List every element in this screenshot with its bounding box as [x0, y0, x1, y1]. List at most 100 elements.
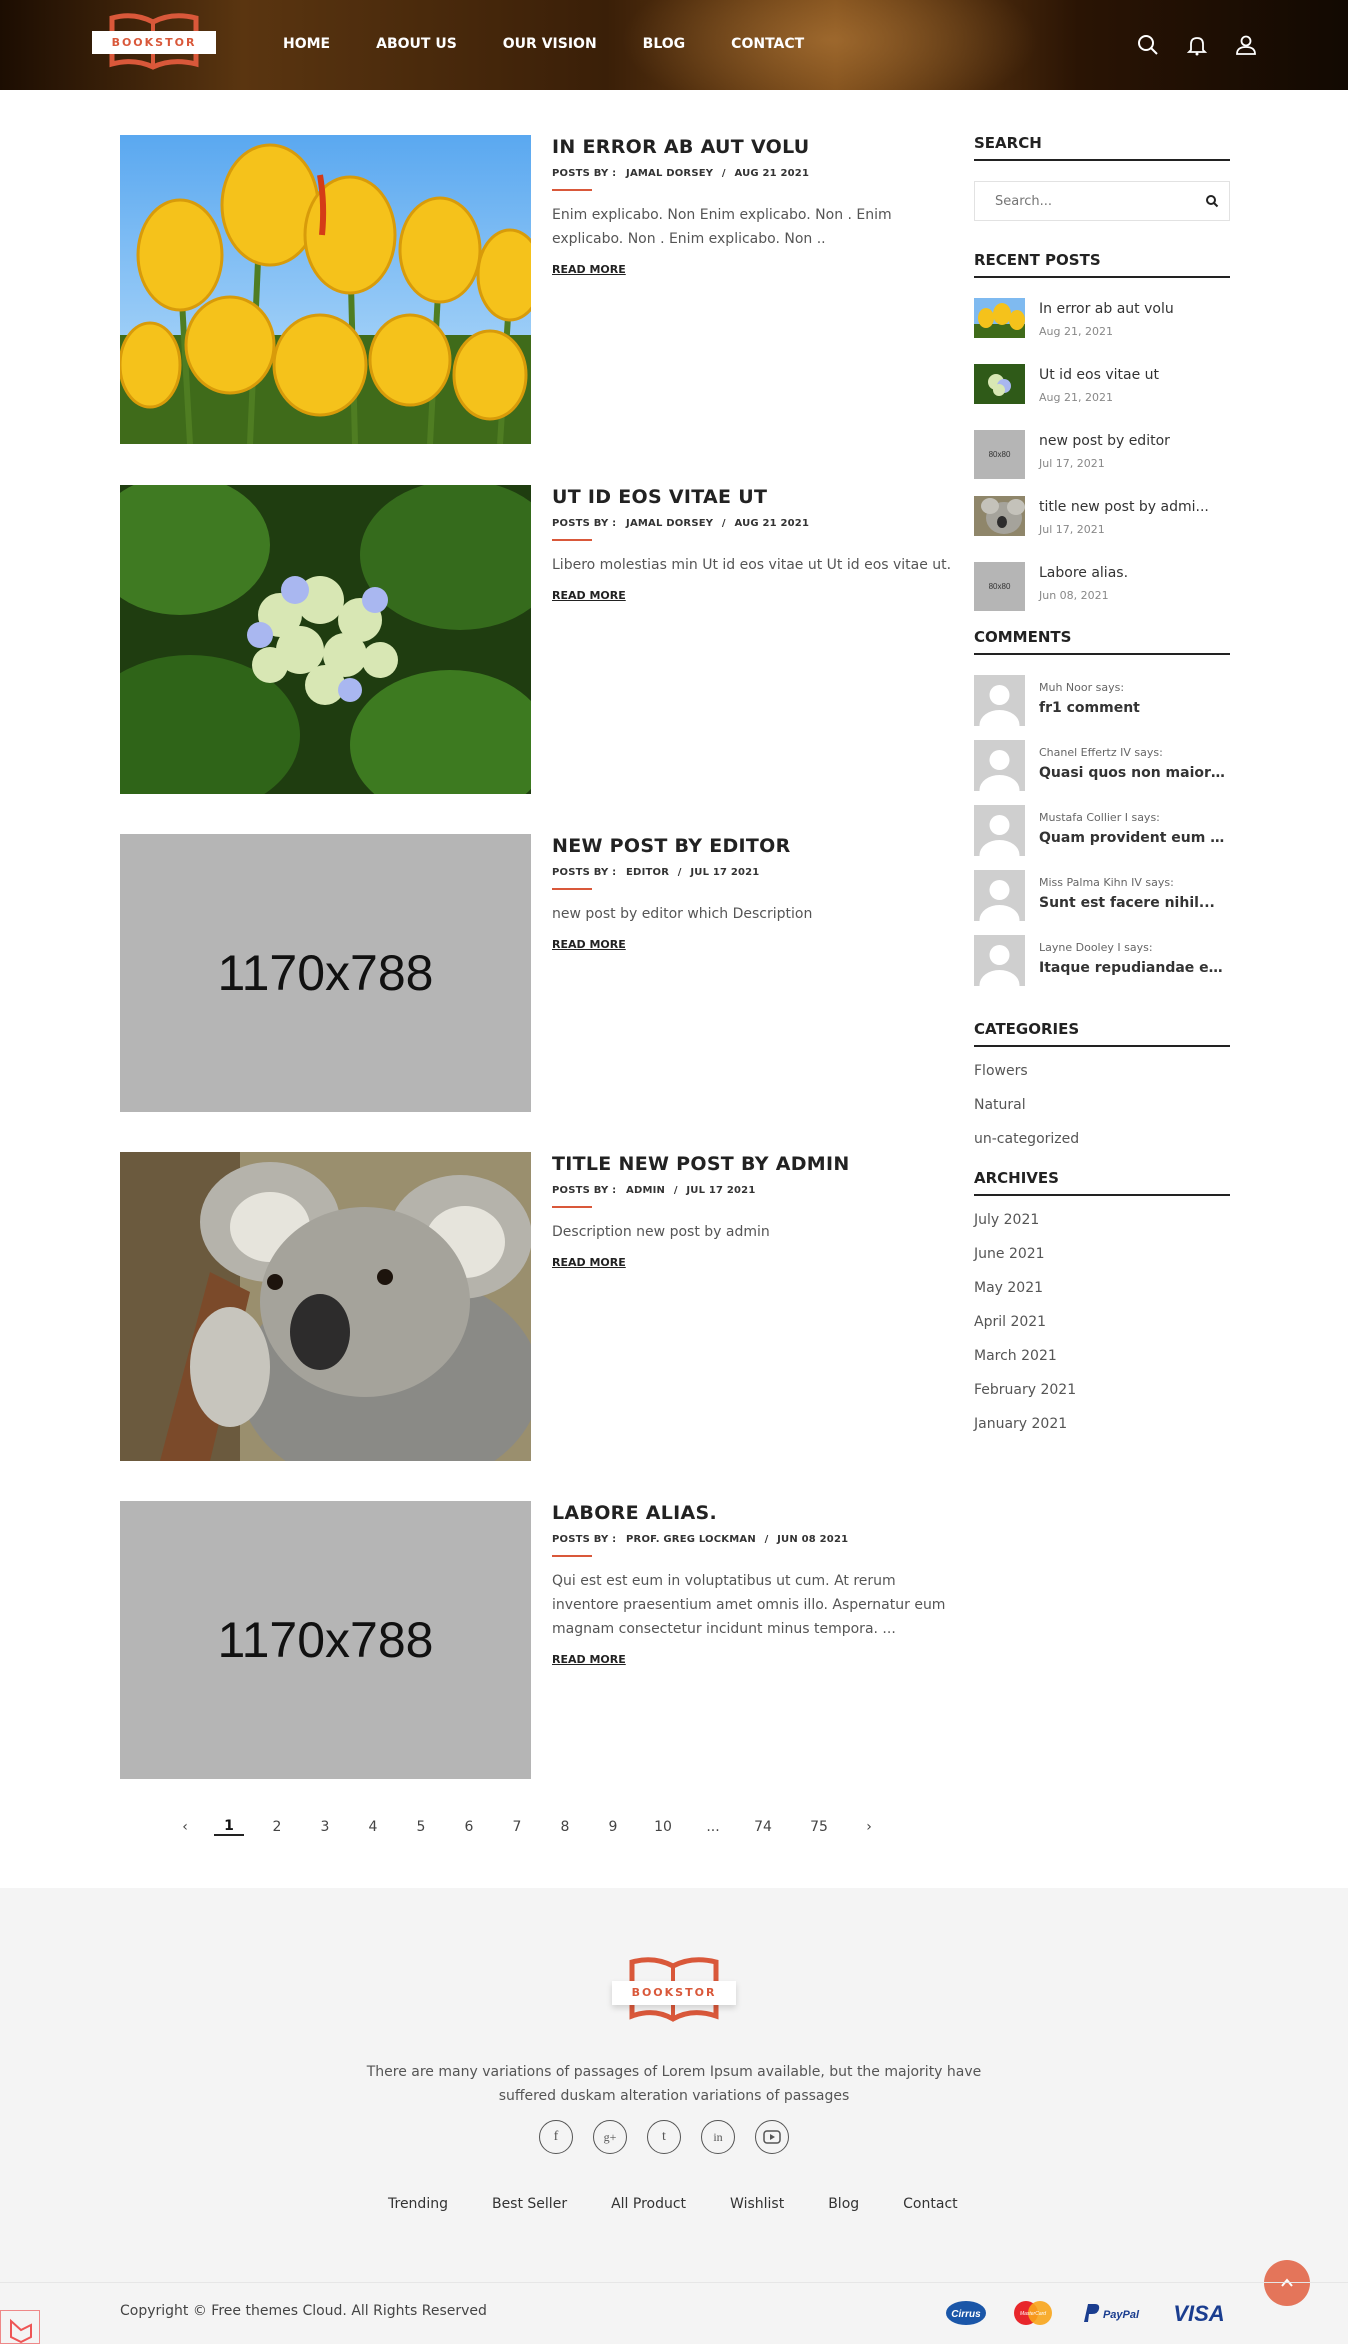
page-2[interactable]: 2	[262, 1819, 292, 1835]
post-image-placeholder[interactable]: 1170x788	[120, 834, 531, 1112]
post-image-koala[interactable]	[120, 1152, 531, 1461]
nav-our-vision[interactable]: OUR VISION	[503, 36, 597, 52]
recent-post-item[interactable]: In error ab aut volu Aug 21, 2021	[974, 298, 1230, 364]
post-title[interactable]: IN ERROR AB AUT VOLU	[552, 136, 952, 158]
comment-text[interactable]: Itaque repudiandae eum...	[1039, 960, 1229, 976]
footer-link-contact[interactable]: Contact	[903, 2196, 957, 2212]
comment-item[interactable]: Muh Noor says: fr1 comment	[974, 675, 1230, 740]
page-7[interactable]: 7	[502, 1819, 532, 1835]
page-8[interactable]: 8	[550, 1819, 580, 1835]
footer-link-all-product[interactable]: All Product	[611, 2196, 686, 2212]
page-5[interactable]: 5	[406, 1819, 436, 1835]
recent-post-item[interactable]: title new post by admi... Jul 17, 2021	[974, 496, 1230, 562]
footer-link-best-seller[interactable]: Best Seller	[492, 2196, 567, 2212]
read-more-link[interactable]: READ MORE	[552, 263, 626, 276]
user-icon[interactable]	[1234, 33, 1258, 57]
search-icon[interactable]	[1205, 194, 1219, 208]
category-link[interactable]: un-categorized	[974, 1131, 1230, 1165]
recent-post-title[interactable]: new post by editor	[1039, 433, 1219, 449]
google-plus-icon[interactable]: g+	[593, 2120, 627, 2154]
read-more-link[interactable]: READ MORE	[552, 1256, 626, 1269]
post-image-hydrangea[interactable]	[120, 485, 531, 794]
post-author[interactable]: EDITOR	[626, 867, 669, 878]
read-more-link[interactable]: READ MORE	[552, 938, 626, 951]
post-title[interactable]: LABORE ALIAS.	[552, 1502, 952, 1524]
post-author[interactable]: PROF. GREG LOCKMAN	[626, 1534, 756, 1545]
comment-item[interactable]: Mustafa Collier I says: Quam provident e…	[974, 805, 1230, 870]
pagination-next[interactable]: ›	[854, 1819, 884, 1835]
youtube-icon[interactable]	[755, 2120, 789, 2154]
nav-home[interactable]: HOME	[283, 36, 330, 52]
corner-widget[interactable]	[0, 2310, 40, 2344]
read-more-link[interactable]: READ MORE	[552, 589, 626, 602]
back-to-top-button[interactable]	[1264, 2260, 1310, 2306]
archive-link[interactable]: June 2021	[974, 1246, 1230, 1280]
recent-post-title[interactable]: title new post by admi...	[1039, 499, 1219, 515]
comment-item[interactable]: Chanel Effertz IV says: Quasi quos non m…	[974, 740, 1230, 805]
recent-post-thumb-placeholder[interactable]: 80x80	[974, 562, 1025, 611]
search-input[interactable]	[975, 182, 1175, 220]
bell-icon[interactable]	[1185, 33, 1209, 57]
comment-item[interactable]: Layne Dooley I says: Itaque repudiandae …	[974, 935, 1230, 1000]
footer-logo[interactable]: BOOKSTOR	[612, 1956, 736, 2026]
recent-post-item[interactable]: 80x80 Labore alias. Jun 08, 2021	[974, 562, 1230, 628]
archive-link[interactable]: May 2021	[974, 1280, 1230, 1314]
recent-post-title[interactable]: Ut id eos vitae ut	[1039, 367, 1219, 383]
page-75[interactable]: 75	[804, 1819, 834, 1835]
cirrus-label: Cirrus	[951, 2309, 981, 2320]
archive-link[interactable]: February 2021	[974, 1382, 1230, 1416]
category-link[interactable]: Flowers	[974, 1063, 1230, 1097]
post-image-placeholder[interactable]: 1170x788	[120, 1501, 531, 1779]
post-excerpt: Enim explicabo. Non Enim explicabo. Non …	[552, 207, 892, 247]
comment-text[interactable]: Quam provident eum ill...	[1039, 830, 1229, 846]
post-body: NEW POST BY EDITOR POSTS BY : EDITOR / J…	[552, 834, 952, 952]
recent-post-title[interactable]: In error ab aut volu	[1039, 301, 1219, 317]
post-image-tulips[interactable]	[120, 135, 531, 444]
post-author[interactable]: JAMAL DORSEY	[626, 168, 713, 179]
recent-post-title[interactable]: Labore alias.	[1039, 565, 1219, 581]
page-10[interactable]: 10	[648, 1819, 678, 1835]
read-more-link[interactable]: READ MORE	[552, 1653, 626, 1666]
search-box	[974, 181, 1230, 221]
footer-link-trending[interactable]: Trending	[388, 2196, 448, 2212]
pagination-prev[interactable]: ‹	[172, 1819, 198, 1835]
posts-by-label: POSTS BY :	[552, 1534, 617, 1545]
archive-link[interactable]: July 2021	[974, 1212, 1230, 1246]
recent-post-item[interactable]: 80x80 new post by editor Jul 17, 2021	[974, 430, 1230, 496]
footer-link-blog[interactable]: Blog	[828, 2196, 859, 2212]
page-6[interactable]: 6	[454, 1819, 484, 1835]
footer-link-wishlist[interactable]: Wishlist	[730, 2196, 784, 2212]
archive-link[interactable]: January 2021	[974, 1416, 1230, 1450]
archive-link[interactable]: April 2021	[974, 1314, 1230, 1348]
post-meta: POSTS BY : JAMAL DORSEY / AUG 21 2021	[552, 518, 810, 529]
page-3[interactable]: 3	[310, 1819, 340, 1835]
page-74[interactable]: 74	[748, 1819, 778, 1835]
comment-text[interactable]: Sunt est facere nihil...	[1039, 895, 1229, 911]
post-author[interactable]: ADMIN	[626, 1185, 665, 1196]
linkedin-icon[interactable]: in	[701, 2120, 735, 2154]
site-logo[interactable]: BOOKSTOR	[92, 12, 216, 70]
post-title[interactable]: UT ID EOS VITAE UT	[552, 486, 952, 508]
facebook-icon[interactable]: f	[539, 2120, 573, 2154]
comment-text[interactable]: Quasi quos non maiores...	[1039, 765, 1229, 781]
recent-post-item[interactable]: Ut id eos vitae ut Aug 21, 2021	[974, 364, 1230, 430]
post-title[interactable]: TITLE NEW POST BY ADMIN	[552, 1153, 952, 1175]
tumblr-icon[interactable]: t	[647, 2120, 681, 2154]
comment-item[interactable]: Miss Palma Kihn IV says: Sunt est facere…	[974, 870, 1230, 935]
archive-link[interactable]: March 2021	[974, 1348, 1230, 1382]
post-author[interactable]: JAMAL DORSEY	[626, 518, 713, 529]
post-title[interactable]: NEW POST BY EDITOR	[552, 835, 952, 857]
category-link[interactable]: Natural	[974, 1097, 1230, 1131]
search-icon[interactable]	[1136, 33, 1160, 57]
page-4[interactable]: 4	[358, 1819, 388, 1835]
comment-text[interactable]: fr1 comment	[1039, 700, 1229, 716]
recent-post-thumb[interactable]	[974, 364, 1025, 404]
recent-post-thumb-placeholder[interactable]: 80x80	[974, 430, 1025, 479]
nav-blog[interactable]: BLOG	[643, 36, 686, 52]
page-9[interactable]: 9	[598, 1819, 628, 1835]
nav-contact[interactable]: CONTACT	[731, 36, 804, 52]
recent-post-thumb[interactable]	[974, 496, 1025, 536]
recent-post-thumb[interactable]	[974, 298, 1025, 338]
page-1[interactable]: 1	[214, 1818, 244, 1836]
nav-about-us[interactable]: ABOUT US	[376, 36, 457, 52]
